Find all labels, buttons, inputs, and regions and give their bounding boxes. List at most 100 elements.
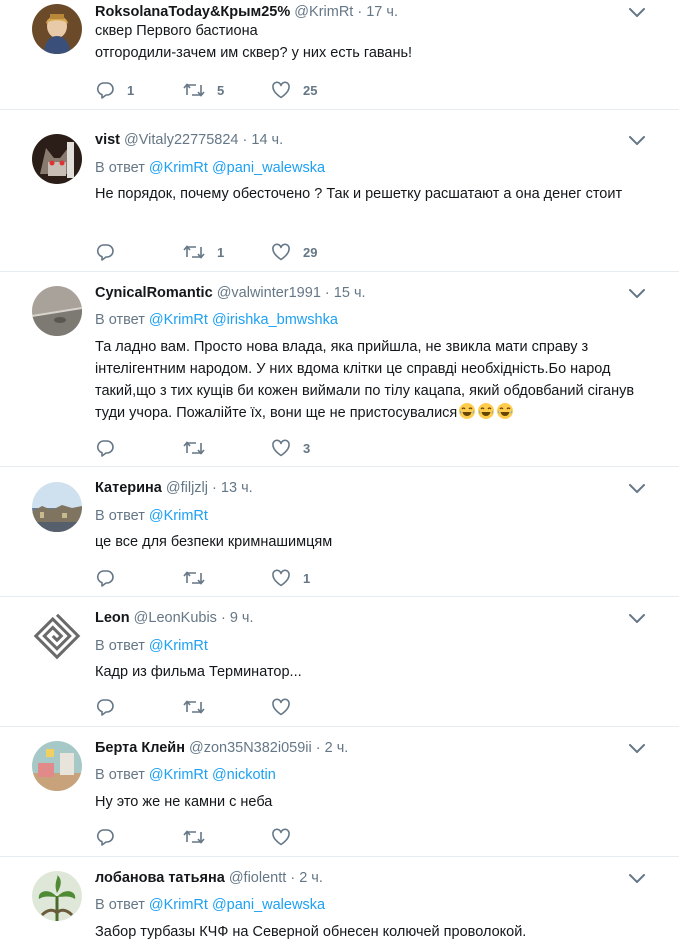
avatar[interactable] — [32, 482, 82, 532]
reply-icon — [95, 439, 115, 457]
timestamp[interactable]: 14 ч. — [251, 132, 283, 148]
display-name[interactable]: Берта Клейн — [95, 740, 185, 756]
retweet-button[interactable]: 5 — [183, 79, 224, 101]
timestamp[interactable]: 2 ч. — [299, 870, 323, 886]
tweet-text-content: Кадр из фильма Терминатор... — [95, 664, 302, 680]
tweet-header: Катерина @filjzlj · 13 ч. — [95, 478, 253, 498]
chevron-down-icon[interactable] — [628, 613, 646, 627]
timestamp[interactable]: 2 ч. — [325, 740, 349, 756]
mention-link[interactable]: @KrimRt — [149, 312, 208, 328]
reply-button[interactable] — [95, 696, 127, 718]
timestamp[interactable]: 17 ч. — [366, 4, 398, 20]
tweet-header: vist @Vitaly22775824 · 14 ч. — [95, 130, 283, 150]
tweet-text: Забор турбазы КЧФ на Северной обнесен ко… — [95, 921, 655, 943]
like-button[interactable]: 25 — [271, 79, 317, 101]
tweet[interactable]: RoksolanaToday&Крым25% @KrimRt · 17 ч. ск… — [0, 0, 679, 110]
reply-button[interactable] — [95, 826, 127, 848]
avatar[interactable] — [32, 611, 82, 661]
retweet-button[interactable]: 1 — [183, 241, 224, 263]
tweet-text: Не порядок, почему обесточено ? Так и ре… — [95, 183, 655, 205]
retweet-count: 1 — [217, 244, 225, 260]
reply-prefix: В ответ — [95, 638, 145, 654]
chevron-down-icon[interactable] — [628, 135, 646, 149]
display-name[interactable]: Катерина — [95, 480, 162, 496]
mention-link[interactable]: @KrimRt — [149, 508, 208, 524]
tweet-actions: 1 5 25 — [95, 79, 495, 101]
mention-link[interactable]: @pani_walewska — [212, 897, 325, 913]
like-button[interactable]: 1 — [271, 567, 310, 589]
avatar[interactable] — [32, 286, 82, 336]
tears-of-joy-emoji — [476, 403, 495, 421]
avatar[interactable] — [32, 741, 82, 791]
tweet-text: Та ладно вам. Просто нова влада, яка при… — [95, 336, 655, 424]
tweet-text-content: Не порядок, почему обесточено ? Так и ре… — [95, 186, 623, 202]
retweet-button[interactable] — [183, 437, 217, 459]
separator-dot: · — [220, 610, 226, 626]
timestamp[interactable]: 13 ч. — [221, 480, 253, 496]
display-name[interactable]: Leon — [95, 610, 130, 626]
reply-button[interactable]: 1 — [95, 79, 134, 101]
user-handle[interactable]: @KrimRt — [294, 4, 353, 20]
tweet[interactable]: Катерина @filjzlj · 13 ч. В ответ @KrimRt… — [0, 467, 679, 597]
tweet-header: RoksolanaToday&Крым25% @KrimRt · 17 ч. — [95, 2, 398, 22]
chevron-down-icon[interactable] — [628, 7, 646, 21]
avatar[interactable] — [32, 4, 82, 54]
reply-button[interactable] — [95, 567, 127, 589]
separator-dot: · — [290, 870, 296, 886]
like-button[interactable] — [271, 696, 303, 718]
tweet[interactable]: Берта Клейн @zon35N382i059ii · 2 ч. В отв… — [0, 727, 679, 857]
chevron-down-icon[interactable] — [628, 483, 646, 497]
tweet-text-content: Ну это же не камни с неба — [95, 794, 273, 810]
mention-link[interactable]: @KrimRt — [149, 767, 208, 783]
avatar[interactable] — [32, 134, 82, 184]
user-handle[interactable]: @Vitaly22775824 — [124, 132, 238, 148]
reply-button[interactable] — [95, 437, 127, 459]
tweet[interactable]: Leon @LeonKubis · 9 ч. В ответ @KrimRt Кад… — [0, 597, 679, 727]
like-button[interactable]: 29 — [271, 241, 317, 263]
user-handle[interactable]: @fiolentt — [229, 870, 286, 886]
mention-link[interactable]: @pani_walewska — [212, 160, 325, 176]
reply-count: 1 — [127, 82, 135, 98]
like-button[interactable] — [271, 826, 303, 848]
chevron-down-icon[interactable] — [628, 873, 646, 887]
like-button[interactable]: 3 — [271, 437, 310, 459]
separator-dot: · — [357, 4, 363, 20]
reply-button[interactable] — [95, 241, 127, 263]
reply-prefix: В ответ — [95, 767, 145, 783]
retweet-icon — [183, 569, 205, 587]
display-name[interactable]: RoksolanaToday&Крым25% — [95, 4, 290, 20]
mention-link[interactable]: @nickotin — [212, 767, 276, 783]
like-count: 25 — [303, 82, 318, 98]
chevron-down-icon[interactable] — [628, 288, 646, 302]
mention-link[interactable]: @irishka_bmwshka — [212, 312, 338, 328]
timestamp[interactable]: 15 ч. — [334, 285, 366, 301]
reply-icon — [95, 243, 115, 261]
user-handle[interactable]: @LeonKubis — [134, 610, 217, 626]
mention-link[interactable]: @KrimRt — [149, 897, 208, 913]
reply-prefix: В ответ — [95, 508, 145, 524]
retweet-button[interactable] — [183, 826, 217, 848]
display-name[interactable]: лобанова татьяна — [95, 870, 225, 886]
retweet-button[interactable] — [183, 567, 217, 589]
user-handle[interactable]: @zon35N382i059ii — [189, 740, 312, 756]
user-handle[interactable]: @filjzlj — [166, 480, 208, 496]
retweet-button[interactable] — [183, 696, 217, 718]
like-count: 29 — [303, 244, 318, 260]
avatar[interactable] — [32, 871, 82, 921]
mention-link[interactable]: @KrimRt — [149, 160, 208, 176]
display-name[interactable]: CynicalRomantic — [95, 285, 213, 301]
display-name[interactable]: vist — [95, 132, 120, 148]
chevron-down-icon[interactable] — [628, 743, 646, 757]
tweet[interactable]: лобанова татьяна @fiolentt · 2 ч. В ответ… — [0, 857, 679, 946]
timestamp[interactable]: 9 ч. — [230, 610, 254, 626]
tweet[interactable]: vist @Vitaly22775824 · 14 ч. В ответ @Kri… — [0, 110, 679, 272]
reply-icon — [95, 569, 115, 587]
tweet[interactable]: CynicalRomantic @valwinter1991 · 15 ч. В … — [0, 272, 679, 467]
reply-context: В ответ @KrimRt @pani_walewska — [95, 895, 325, 915]
like-count: 1 — [303, 570, 311, 586]
separator-dot: · — [212, 480, 217, 496]
user-handle[interactable]: @valwinter1991 — [217, 285, 321, 301]
mention-link[interactable]: @KrimRt — [149, 638, 208, 654]
tweet-text-content: Та ладно вам. Просто нова влада, яка при… — [95, 339, 635, 421]
reply-prefix: В ответ — [95, 160, 145, 176]
